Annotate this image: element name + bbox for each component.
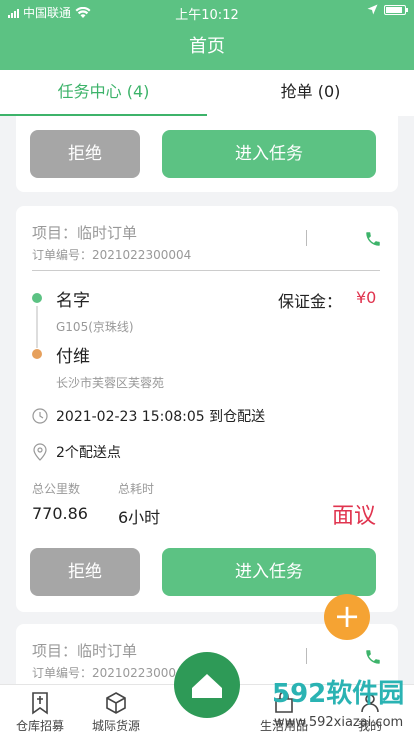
deposit-label: 保证金： [278,292,343,311]
plus-icon: + [333,597,361,635]
nav-label: 仓库招募 [15,719,64,733]
duration-value: 6小时 [118,508,161,527]
svg-text:592软件园: 592软件园 [272,679,404,709]
phone-icon[interactable] [364,230,382,248]
nav-label: 城际货源 [91,719,140,733]
watermark-logo: 592软件园 www.592xiazai.com [272,679,404,730]
tab-bar: 任务中心 (4) 抢单 (0) [0,70,414,116]
nav-warehouse-recruit[interactable]: 仓库招募 [0,685,80,734]
task-card-2: 项目：临时订单 订单编号：2021022300004 名字 保证金： ¥0 G1… [16,206,398,612]
location-pin-icon [33,443,47,461]
phone-icon[interactable] [364,648,382,666]
bookmark-icon [32,692,48,715]
destination-name: 付维 [56,347,90,367]
destination-address: 长沙市芙蓉区芙蓉苑 [56,376,165,390]
home-icon [192,674,222,698]
reject-button[interactable]: 拒绝 [30,130,140,178]
battery-icon [384,4,408,15]
duration-label: 总耗时 [118,482,155,496]
enter-task-button[interactable]: 进入任务 [162,130,376,178]
deposit-value: ¥0 [356,288,377,307]
page-title: 首页 [0,24,414,70]
enter-task-button[interactable]: 进入任务 [162,548,376,596]
project-label: 项目：临时订单 [32,224,138,242]
origin-name: 名字 [56,291,90,311]
location-arrow-icon [367,4,378,15]
project-label: 项目：临时订单 [32,642,138,660]
status-bar: 中国联通 上午10:12 [0,0,414,24]
distance-value: 770.86 [32,504,88,523]
reject-button[interactable]: 拒绝 [30,548,140,596]
route-line [36,306,38,348]
delivery-points: 2个配送点 [56,445,121,461]
center-home-button[interactable] [174,652,240,718]
tab-task-center[interactable]: 任务中心 (4) [0,70,207,116]
order-number: 订单编号：2021022300004 [32,248,192,262]
clock-icon [32,408,48,424]
svg-text:www.592xiazai.com: www.592xiazai.com [274,715,403,730]
price-negotiable: 面议 [332,504,377,529]
nav-intercity-cargo[interactable]: 城际货源 [76,685,156,734]
order-number: 订单编号：20210223000 [32,666,176,680]
tab-grab-orders[interactable]: 抢单 (0) [207,70,414,116]
add-fab-button[interactable]: + [324,594,370,640]
status-time: 上午10:12 [175,8,239,23]
origin-dot [32,293,42,303]
origin-road: G105(京珠线) [56,320,134,334]
status-right [367,4,408,15]
divider-vertical [306,648,307,664]
divider-vertical [306,230,307,246]
box-icon [106,692,126,714]
distance-label: 总公里数 [32,482,81,496]
task-card-1: 拒绝 进入任务 [16,116,398,192]
delivery-datetime: 2021-02-23 15:08:05 到仓配送 [56,409,266,425]
destination-dot [32,349,42,359]
divider [32,270,380,271]
